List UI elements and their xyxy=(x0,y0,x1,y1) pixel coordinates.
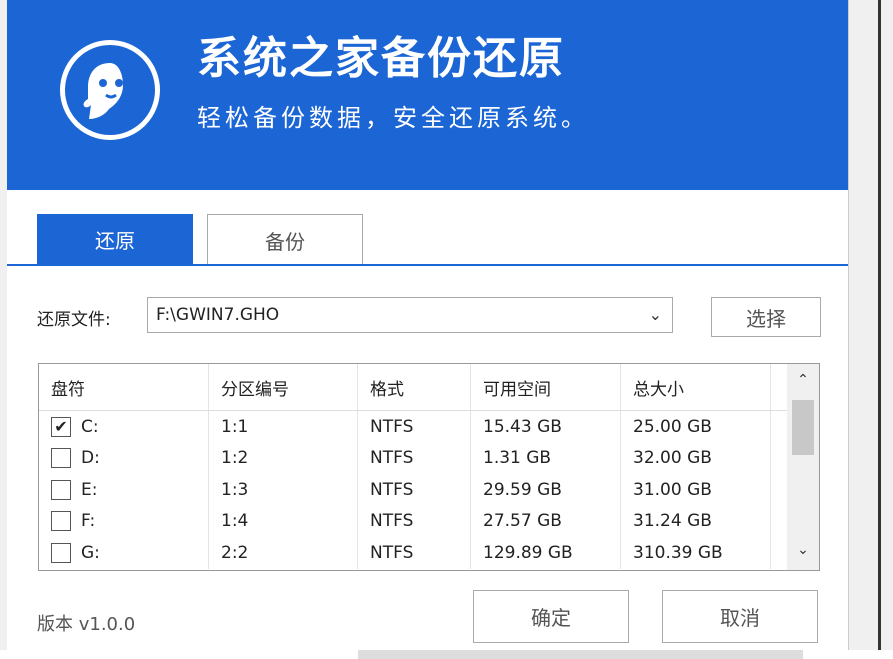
tab-restore[interactable]: 还原 xyxy=(37,214,193,265)
drive-letter: D: xyxy=(81,448,100,469)
drive-checkbox[interactable]: ✔ xyxy=(51,416,71,437)
format-cell: NTFS xyxy=(358,442,471,474)
column-header: 总大小 xyxy=(621,364,771,410)
total-size-cell: 31.00 GB xyxy=(621,474,771,506)
table-row[interactable]: E: 1:3 NTFS 29.59 GB 31.00 GB xyxy=(39,474,819,506)
partition-cell: 1:2 xyxy=(209,442,358,474)
drive-letter: F: xyxy=(81,511,96,532)
scroll-up-icon[interactable]: ⌃ xyxy=(787,372,819,388)
bottom-strip xyxy=(0,650,893,659)
header-banner: 系统之家备份还原 轻松备份数据，安全还原系统。 xyxy=(7,0,848,190)
partition-cell: 1:3 xyxy=(209,474,358,506)
restore-file-select[interactable]: F:\GWIN7.GHO ⌄ xyxy=(147,297,673,333)
column-header: 可用空间 xyxy=(471,364,621,410)
choose-button[interactable]: 选择 xyxy=(711,297,821,337)
free-space-cell: 29.59 GB xyxy=(471,474,621,506)
drive-letter: C: xyxy=(81,416,99,437)
drive-cell: F: xyxy=(39,505,209,537)
drive-letter: E: xyxy=(81,479,98,500)
free-space-cell: 129.89 GB xyxy=(471,537,621,569)
tab-divider xyxy=(7,264,848,266)
tab-backup[interactable]: 备份 xyxy=(207,214,363,265)
version-label: 版本 v1.0.0 xyxy=(37,614,136,635)
format-cell: NTFS xyxy=(358,474,471,506)
partition-cell: 1:4 xyxy=(209,505,358,537)
app-title: 系统之家备份还原 xyxy=(197,33,565,84)
drive-letter: G: xyxy=(81,542,100,563)
restore-file-value: F:\GWIN7.GHO xyxy=(156,305,280,325)
total-size-cell: 25.00 GB xyxy=(621,411,771,443)
ok-button[interactable]: 确定 xyxy=(473,590,629,643)
table-row[interactable]: G: 2:2 NTFS 129.89 GB 310.39 GB xyxy=(39,537,819,569)
column-header: 分区编号 xyxy=(209,364,358,410)
drive-checkbox[interactable] xyxy=(51,542,71,563)
free-space-cell: 15.43 GB xyxy=(471,411,621,443)
drive-checkbox[interactable] xyxy=(51,448,71,469)
format-cell: NTFS xyxy=(358,505,471,537)
scrollbar-thumb[interactable] xyxy=(792,400,814,455)
drive-checkbox[interactable] xyxy=(51,511,71,532)
column-header: 盘符 xyxy=(39,364,209,410)
scrollbar[interactable]: ⌃ ⌄ xyxy=(787,364,819,570)
chevron-down-icon: ⌄ xyxy=(648,305,662,324)
free-space-cell: 27.57 GB xyxy=(471,505,621,537)
table-header: 盘符 分区编号 格式 可用空间 总大小 xyxy=(39,364,819,411)
drive-cell: D: xyxy=(39,442,209,474)
partition-table: 盘符 分区编号 格式 可用空间 总大小 ✔ C: 1:1 NTFS 15.43 G… xyxy=(38,363,820,571)
restore-file-label: 还原文件: xyxy=(37,310,111,330)
scroll-down-icon[interactable]: ⌄ xyxy=(787,542,819,558)
free-space-cell: 1.31 GB xyxy=(471,442,621,474)
format-cell: NTFS xyxy=(358,537,471,569)
drive-checkbox[interactable] xyxy=(51,479,71,500)
drive-cell: ✔ C: xyxy=(39,411,209,443)
app-window: 系统之家备份还原 轻松备份数据，安全还原系统。 还原 备份 还原文件: F:\G… xyxy=(7,0,849,650)
drive-cell: G: xyxy=(39,537,209,569)
drive-cell: E: xyxy=(39,474,209,506)
window-edge xyxy=(878,0,881,659)
format-cell: NTFS xyxy=(358,411,471,443)
column-header: 格式 xyxy=(358,364,471,410)
cancel-button[interactable]: 取消 xyxy=(662,590,818,643)
table-row[interactable]: D: 1:2 NTFS 1.31 GB 32.00 GB xyxy=(39,442,819,474)
app-subtitle: 轻松备份数据，安全还原系统。 xyxy=(197,104,589,132)
table-row[interactable]: F: 1:4 NTFS 27.57 GB 31.24 GB xyxy=(39,505,819,537)
partition-cell: 2:2 xyxy=(209,537,358,569)
table-row[interactable]: ✔ C: 1:1 NTFS 15.43 GB 25.00 GB xyxy=(39,411,819,443)
ghost-logo-icon xyxy=(60,40,160,140)
partition-cell: 1:1 xyxy=(209,411,358,443)
total-size-cell: 31.24 GB xyxy=(621,505,771,537)
total-size-cell: 32.00 GB xyxy=(621,442,771,474)
total-size-cell: 310.39 GB xyxy=(621,537,771,569)
